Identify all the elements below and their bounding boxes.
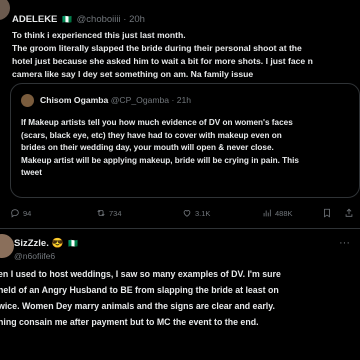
tweet-text: en I used to host weddings, I saw so man… xyxy=(0,266,360,330)
quote-time: · 21h xyxy=(171,95,192,105)
tweet-header: ADELEKE 🇳🇬 @choboiiii · 20h xyxy=(12,14,145,25)
flag-icon: 🇳🇬 xyxy=(67,239,78,248)
author-name[interactable]: ADELEKE xyxy=(12,14,57,25)
avatar[interactable] xyxy=(0,234,14,258)
flag-icon: 🇳🇬 xyxy=(62,15,73,24)
repost-icon xyxy=(97,209,105,217)
tweet-time[interactable]: · 20h xyxy=(123,14,145,25)
tweet-line: hing consain me after payment but to MC … xyxy=(0,317,259,327)
repost-count: 734 xyxy=(109,208,122,218)
tweet-text: To think i experienced this just last mo… xyxy=(12,29,358,81)
reply-count: 94 xyxy=(23,208,32,218)
tweet-line: en I used to host weddings, I saw so man… xyxy=(0,269,281,279)
tweet-adeleke[interactable]: ADELEKE 🇳🇬 @choboiiii · 20h To think i e… xyxy=(0,0,360,228)
author-handle[interactable]: @choboiiii xyxy=(77,14,121,25)
view-count: 488K xyxy=(275,208,293,218)
quote-line: If Makeup artists tell you how much evid… xyxy=(21,118,293,127)
bookmark-button[interactable] xyxy=(322,208,332,218)
quote-header: Chisom Ogamba @CP_Ogamba · 21h xyxy=(40,95,191,105)
tweet-actions: 94 734 3.1K 488K xyxy=(0,208,360,224)
bookmark-icon xyxy=(324,208,330,218)
like-button[interactable]: 3.1K xyxy=(182,208,210,218)
quote-line: (scars, black eye, etc) they have had to… xyxy=(21,130,282,140)
author-handle[interactable]: @n6ofiife6 xyxy=(14,251,55,261)
tweet-line: To think i experienced this just last mo… xyxy=(12,30,186,40)
quote-author-name: Chisom Ogamba xyxy=(40,95,109,105)
quote-avatar xyxy=(21,94,34,107)
author-name[interactable]: SizZzle. xyxy=(14,238,49,249)
share-icon xyxy=(345,208,353,217)
tweet-divider xyxy=(0,228,360,229)
share-button[interactable] xyxy=(344,208,354,218)
views-chart-icon xyxy=(263,209,271,217)
avatar[interactable] xyxy=(0,0,10,20)
heart-icon xyxy=(183,210,191,217)
tweet-line: wice. Women Dey marry animals and the si… xyxy=(0,301,275,311)
tweet-line: held of an Angry Husband to BE from slap… xyxy=(0,285,279,295)
tweet-header: SizZzle. 😎 🇳🇬 xyxy=(14,238,80,249)
tweet-line: camera like say I dey set something on a… xyxy=(12,69,254,79)
quote-text: If Makeup artists tell you how much evid… xyxy=(21,117,355,180)
more-options-icon[interactable]: ··· xyxy=(339,237,350,249)
like-count: 3.1K xyxy=(195,208,211,218)
reply-button[interactable]: 94 xyxy=(10,208,31,218)
views-button[interactable]: 488K xyxy=(262,208,293,218)
emoji: 😎 xyxy=(51,238,64,249)
quote-line: Makeup artist will be applying makeup, b… xyxy=(21,155,299,165)
reply-icon xyxy=(11,209,19,218)
tweet-line: The groom literally slapped the bride du… xyxy=(12,43,302,53)
tweet-line: hotel just because she asked him to wait… xyxy=(12,56,313,66)
quote-line: brides on their wedding day, your mouth … xyxy=(21,143,274,152)
quote-line: tweet xyxy=(21,168,42,177)
quote-author-handle: @CP_Ogamba xyxy=(110,95,170,105)
quoted-tweet[interactable]: Chisom Ogamba @CP_Ogamba · 21h If Makeup… xyxy=(10,83,360,198)
repost-button[interactable]: 734 xyxy=(96,208,122,218)
